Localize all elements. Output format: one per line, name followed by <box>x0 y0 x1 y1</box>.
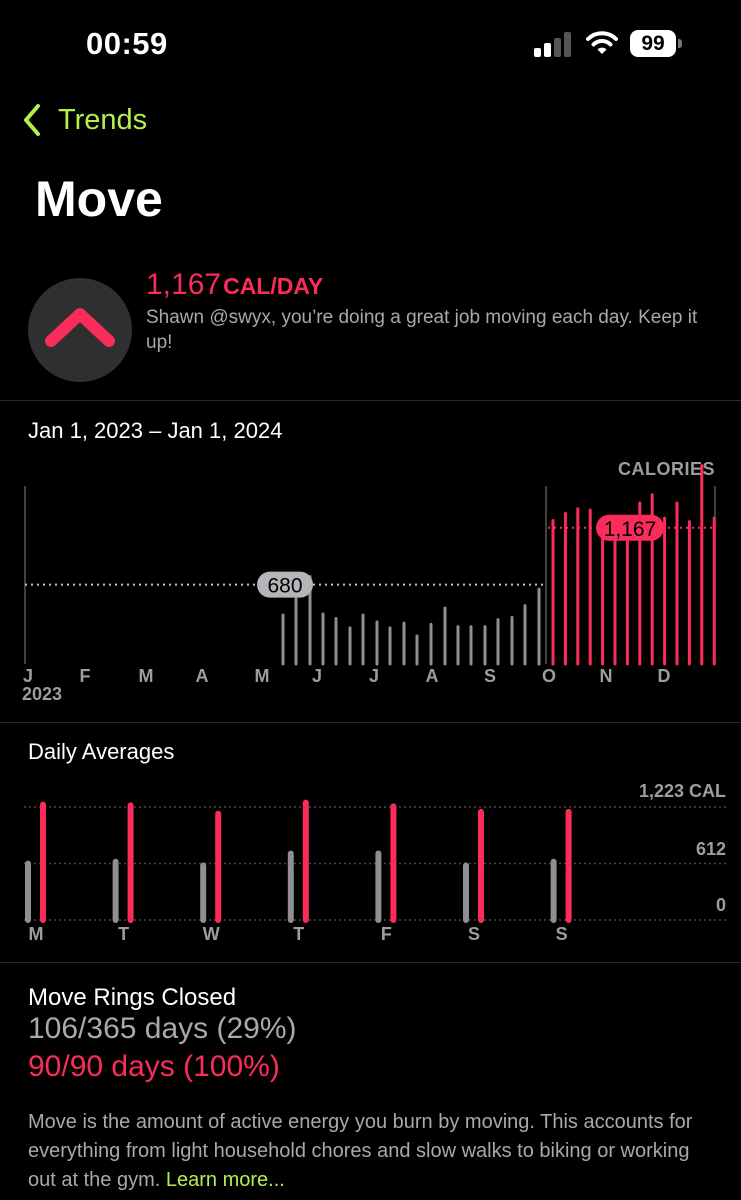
y-tick-label: 0 <box>716 895 726 915</box>
y-tick-label: 1,223 CAL <box>639 781 726 801</box>
rings-recent-count: 90/90 days (100%) <box>28 1050 280 1083</box>
move-description: Move is the amount of active energy you … <box>28 1108 718 1195</box>
divider <box>0 962 741 963</box>
rings-past-count: 106/365 days (29%) <box>28 1012 297 1045</box>
weekday-label: T <box>293 924 304 944</box>
learn-more-link[interactable]: Learn more... <box>166 1169 285 1191</box>
rings-title: Move Rings Closed <box>28 984 237 1011</box>
weekday-label: M <box>29 924 44 944</box>
weekday-label: F <box>381 924 392 944</box>
weekday-label: S <box>556 924 568 944</box>
weekday-label: S <box>468 924 480 944</box>
weekday-label: T <box>118 924 129 944</box>
move-description-text: Move is the amount of active energy you … <box>28 1111 693 1191</box>
daily-averages-chart: 1,223 CAL 612 0 M T W T F S S <box>24 781 726 944</box>
y-tick-label: 612 <box>696 839 726 859</box>
weekday-label: W <box>203 924 220 944</box>
